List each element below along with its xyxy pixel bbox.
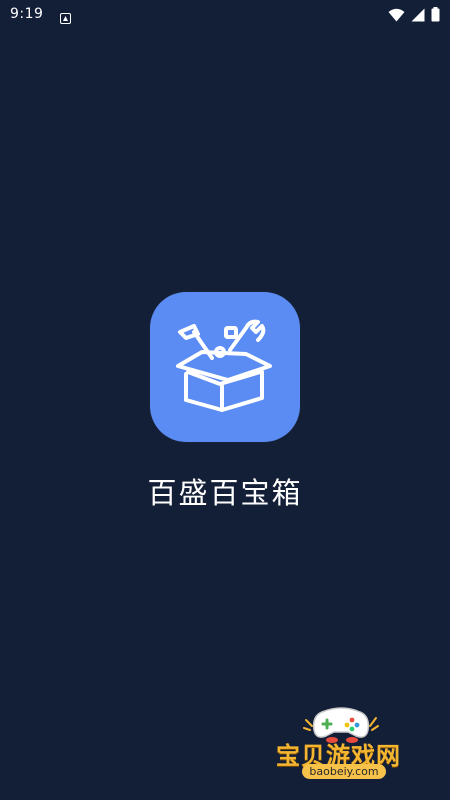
watermark-url: baobeiy.com — [309, 765, 379, 778]
watermark-url-pill: baobeiy.com — [302, 764, 386, 779]
status-icons — [388, 7, 440, 26]
cellular-signal-icon — [411, 7, 425, 26]
watermark: 宝贝游戏网 baobeiy.com — [272, 700, 422, 785]
app-name: 百盛百宝箱 — [147, 476, 303, 510]
app-notification-icon — [60, 9, 71, 24]
status-time: 9:19 — [10, 6, 44, 22]
battery-icon — [431, 7, 440, 26]
status-bar: 9:19 — [0, 0, 450, 30]
toolbox-icon — [150, 292, 300, 442]
splash-screen: 9:19 百盛百宝箱 宝贝游戏网 baobeiy.com — [0, 0, 450, 800]
wifi-icon — [388, 7, 405, 26]
